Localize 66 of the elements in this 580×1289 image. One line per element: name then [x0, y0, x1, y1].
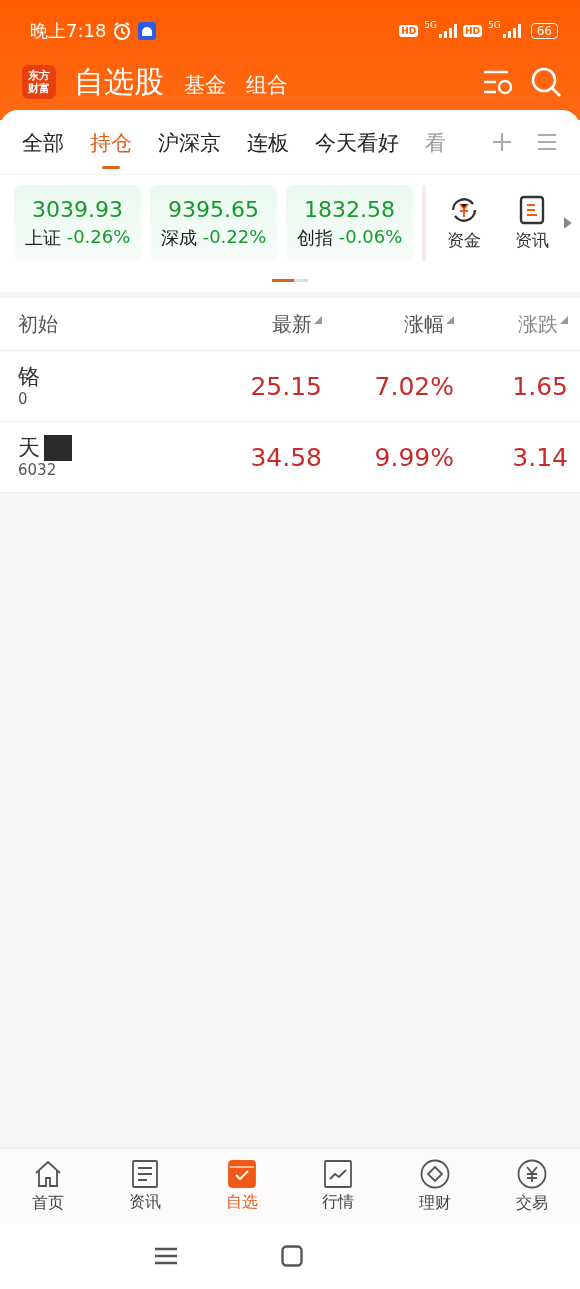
category-tab[interactable]: 持仓: [90, 115, 132, 169]
column-header[interactable]: 涨幅: [322, 310, 454, 338]
search-icon[interactable]: [530, 66, 562, 98]
table-cell-text: 34.58: [249, 442, 322, 472]
page-indicator: [272, 279, 308, 282]
nav-tab[interactable]: 资讯: [96, 1149, 194, 1223]
app-logo: 东方 财富: [22, 65, 56, 99]
document-icon: [132, 1159, 158, 1188]
signal-icon: [439, 24, 457, 38]
category-tab[interactable]: 沪深京: [158, 115, 221, 169]
app-notification-icon: [138, 22, 157, 40]
index-value: 3039.93: [32, 196, 123, 222]
checkbox-icon: [227, 1159, 256, 1188]
hd-icon: HD: [399, 25, 419, 37]
index-card[interactable]: 9395.65 深成 -0.22%: [150, 185, 278, 261]
index-name: 创指: [296, 225, 333, 250]
shortcut-button[interactable]: 资讯: [502, 194, 562, 252]
recent-apps-icon[interactable]: [155, 1247, 177, 1265]
home-button-icon[interactable]: [281, 1245, 303, 1267]
stock-name: 天: [18, 435, 41, 461]
sort-icon: [446, 315, 454, 324]
table-cell-text: 9.99%: [373, 442, 454, 472]
index-change: -0.06%: [338, 225, 403, 249]
network-label: 5G: [488, 20, 501, 30]
alarm-icon: [112, 21, 133, 41]
status-time: 晚上7:18: [30, 19, 107, 43]
sort-icon: [560, 315, 568, 324]
nav-tab[interactable]: 行情: [290, 1149, 387, 1223]
category-tab[interactable]: 连板: [247, 115, 289, 169]
table-cell-text: 7.02%: [373, 371, 454, 401]
nav-tab[interactable]: 交易: [483, 1149, 580, 1223]
index-card[interactable]: 3039.93 上证 -0.26%: [14, 185, 141, 261]
nav-tab[interactable]: 首页: [0, 1149, 97, 1223]
shortcut-button[interactable]: 资金: [434, 194, 494, 252]
table-cell-text: 25.15: [249, 371, 322, 401]
yuan-icon: [516, 1158, 547, 1189]
battery-indicator: 66: [530, 23, 558, 39]
nav-tab[interactable]: 理财: [386, 1149, 484, 1223]
index-change: -0.26%: [66, 225, 131, 249]
stock-code: 0: [18, 390, 29, 408]
scroll-right-icon[interactable]: [564, 217, 572, 229]
document-icon: [518, 194, 545, 225]
category-tab[interactable]: 今天看好: [315, 115, 399, 169]
column-header[interactable]: 涨跌: [454, 310, 580, 338]
table-cell-text: 3.14: [511, 442, 569, 472]
index-card[interactable]: 1832.58 创指 -0.06%: [286, 185, 414, 261]
chart-icon: [324, 1159, 353, 1188]
settings-icon[interactable]: [482, 69, 514, 95]
network-label: 5G: [424, 20, 437, 30]
stock-code: 6032: [18, 461, 58, 479]
index-name: 上证: [24, 225, 61, 250]
index-value: 1832.58: [304, 196, 396, 222]
index-value: 9395.65: [168, 196, 259, 222]
nav-tab[interactable]: 自选: [193, 1149, 290, 1223]
index-change: -0.22%: [202, 225, 267, 249]
menu-icon[interactable]: [538, 134, 556, 150]
hd-icon: HD: [463, 25, 482, 37]
add-icon[interactable]: [492, 132, 512, 152]
index-name: 深成: [160, 225, 197, 250]
column-header[interactable]: 初始: [0, 310, 210, 338]
column-header[interactable]: 最新: [210, 310, 322, 338]
category-tab[interactable]: 全部: [22, 115, 64, 169]
sort-icon: [314, 315, 322, 324]
signal-icon: [502, 24, 521, 38]
stock-name: 铬: [18, 364, 41, 390]
table-cell-text: 1.65: [511, 371, 569, 401]
